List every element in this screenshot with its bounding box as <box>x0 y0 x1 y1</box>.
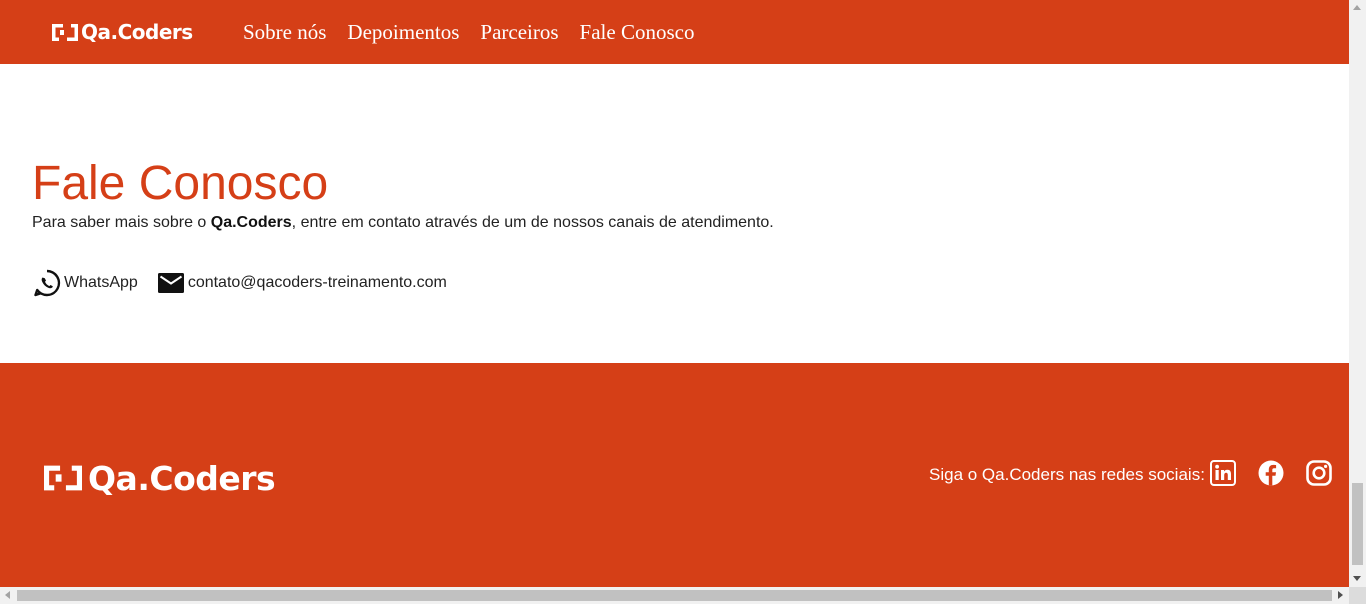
vertical-scroll-thumb[interactable] <box>1352 483 1363 565</box>
instagram-icon <box>1306 460 1332 486</box>
contact-desc-prefix: Para saber mais sobre o <box>32 214 211 231</box>
scroll-down-arrow-icon[interactable] <box>1353 576 1361 581</box>
nav-link-fale-conosco[interactable]: Fale Conosco <box>580 19 695 45</box>
facebook-icon <box>1258 460 1284 486</box>
nav-link-parceiros[interactable]: Parceiros <box>480 19 558 45</box>
scroll-right-arrow-icon[interactable] <box>1338 591 1343 599</box>
nav-link-depoimentos[interactable]: Depoimentos <box>347 19 459 45</box>
whatsapp-icon <box>34 269 61 297</box>
contact-description: Para saber mais sobre o Qa.Coders, entre… <box>32 213 774 233</box>
qa-coders-logo-mark-icon <box>44 465 82 491</box>
footer: Qa.Coders Siga o Qa.Coders nas redes soc… <box>0 363 1349 587</box>
contact-desc-suffix: , entre em contato através de um de noss… <box>291 214 774 231</box>
horizontal-scroll-thumb[interactable] <box>17 590 1332 601</box>
facebook-link[interactable] <box>1258 460 1284 486</box>
vertical-scrollbar[interactable] <box>1349 0 1366 587</box>
header-logo[interactable]: Qa.Coders <box>52 20 193 44</box>
top-navbar: Qa.Coders Sobre nós Depoimentos Parceiro… <box>0 0 1349 64</box>
whatsapp-link[interactable]: WhatsApp <box>32 268 138 298</box>
contact-title: Fale Conosco <box>32 157 329 210</box>
footer-logo-text: Qa.Coders <box>88 458 276 498</box>
linkedin-link[interactable] <box>1210 460 1236 486</box>
scrollbar-corner <box>1349 587 1366 604</box>
contact-channels: WhatsApp contato@qacoders-treinamento.co… <box>32 268 465 298</box>
email-link[interactable]: contato@qacoders-treinamento.com <box>156 268 447 298</box>
header-logo-text: Qa.Coders <box>81 20 193 44</box>
qa-coders-logo-mark-icon <box>52 23 78 41</box>
nav-link-sobre-nos[interactable]: Sobre nós <box>243 19 326 45</box>
horizontal-scrollbar[interactable] <box>0 587 1349 604</box>
page: Qa.Coders Sobre nós Depoimentos Parceiro… <box>0 0 1349 587</box>
footer-logo[interactable]: Qa.Coders <box>44 458 276 498</box>
scroll-up-arrow-icon[interactable] <box>1353 5 1361 10</box>
email-icon <box>157 273 184 293</box>
whatsapp-label: WhatsApp <box>64 274 138 291</box>
social-follow-text: Siga o Qa.Coders nas redes sociais: <box>929 465 1205 484</box>
contact-desc-brand: Qa.Coders <box>210 214 292 231</box>
instagram-link[interactable] <box>1306 460 1332 486</box>
main-nav: Sobre nós Depoimentos Parceiros Fale Con… <box>243 19 715 45</box>
scroll-left-arrow-icon[interactable] <box>5 591 10 599</box>
linkedin-icon <box>1210 460 1236 486</box>
email-address: contato@qacoders-treinamento.com <box>187 274 447 291</box>
